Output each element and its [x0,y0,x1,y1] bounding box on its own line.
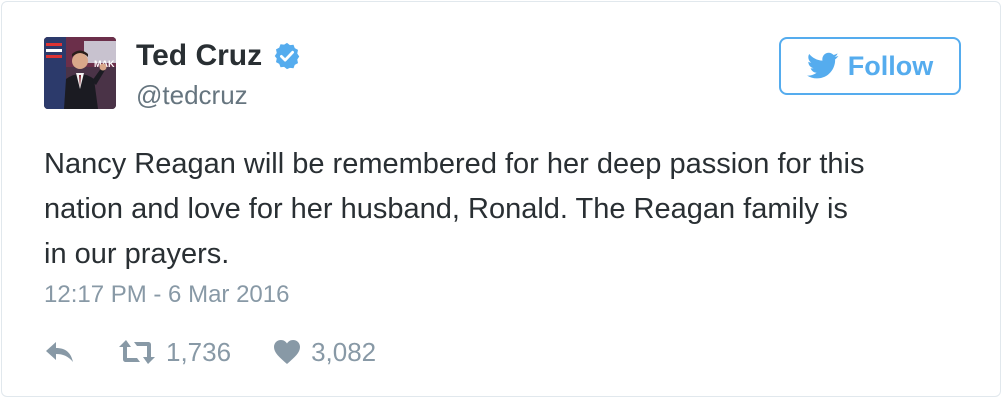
reply-button[interactable] [44,340,76,364]
twitter-bird-icon [806,52,839,80]
follow-button-label: Follow [847,50,934,81]
tweet-timestamp[interactable]: 12:17 PM - 6 Mar 2016 [44,279,289,311]
retweet-button[interactable]: 1,736 [118,337,231,368]
tweet-text-line: Nancy Reagan will be remembered for her … [44,148,865,180]
retweet-icon [118,339,156,365]
author-handle[interactable]: @tedcruz [136,80,248,110]
like-button[interactable]: 3,082 [273,337,376,368]
tweet-text-line: in our prayers. [44,238,230,270]
avatar-image: MAK [44,37,116,109]
like-count: 3,082 [311,336,377,367]
follow-button[interactable]: Follow [779,37,961,95]
reply-icon [44,340,76,364]
author-name-row: Ted Cruz [136,38,302,74]
tweet-text: Nancy Reagan will be remembered for her … [44,142,974,277]
heart-icon [273,339,301,365]
author-display-name[interactable]: Ted Cruz [136,38,262,74]
tweet-actions: 1,736 3,082 [44,332,376,372]
avatar[interactable]: MAK [44,37,116,109]
tweet-text-line: nation and love for her husband, Ronald.… [44,193,848,225]
tweet-card: MAK Ted Cruz @tedcruz Fol [1,1,1001,397]
retweet-count: 1,736 [166,336,232,367]
verified-badge-icon [272,41,302,71]
